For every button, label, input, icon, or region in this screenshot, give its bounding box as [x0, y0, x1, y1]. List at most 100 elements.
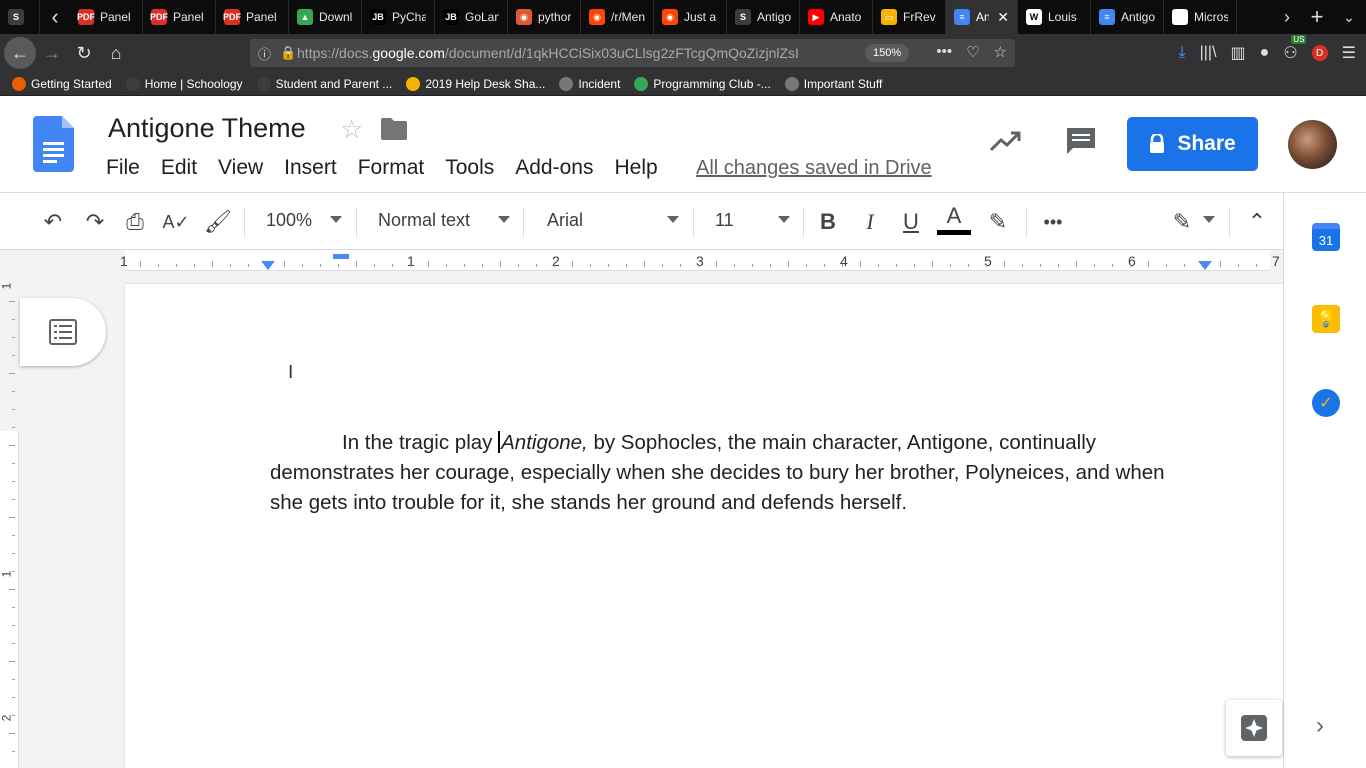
highlight-icon[interactable]: ✎ — [985, 209, 1011, 235]
browser-tab[interactable]: S Antigo — [727, 0, 800, 34]
chevron-down-icon[interactable] — [498, 216, 510, 223]
bookmark-item[interactable]: 2019 Help Desk Sha... — [406, 76, 545, 91]
menu-help[interactable]: Help — [614, 156, 657, 180]
docs-logo-icon[interactable] — [33, 116, 74, 172]
more-options-icon[interactable]: ••• — [1040, 209, 1066, 235]
collapse-toolbar-icon[interactable]: ⌃ — [1244, 209, 1270, 235]
document-paragraph[interactable]: In the tragic play Antigone, by Sophocle… — [270, 428, 1180, 518]
browser-tab[interactable]: ≡ Ant ✕ — [946, 0, 1018, 34]
S-favicon-icon: S — [735, 9, 751, 25]
zoom-badge[interactable]: 150% — [865, 44, 910, 62]
first-line-indent-marker[interactable] — [333, 254, 349, 259]
chevron-down-icon[interactable] — [667, 216, 679, 223]
browser-tab[interactable]: S — [0, 0, 40, 34]
menu-edit[interactable]: Edit — [161, 156, 197, 180]
horizontal-ruler[interactable]: 11234567 — [0, 250, 1283, 271]
paragraph-style-select[interactable]: Normal text — [378, 210, 470, 231]
extension-us-icon[interactable]: ⚇ US — [1283, 35, 1307, 63]
browser-tab[interactable]: JB GoLan — [435, 0, 508, 34]
italic-icon[interactable]: I — [857, 209, 883, 235]
tab-scroll-left[interactable]: ‹ — [40, 4, 70, 30]
menu-addons[interactable]: Add-ons — [515, 156, 593, 180]
tasks-icon[interactable]: ✓ — [1312, 389, 1340, 417]
browser-tab[interactable]: ◉ Just a — [654, 0, 727, 34]
browser-tab[interactable]: Micros — [1164, 0, 1237, 34]
document-page[interactable] — [125, 284, 1283, 768]
font-size-select[interactable]: 11 — [715, 210, 734, 231]
editing-mode-icon[interactable]: ✎ — [1169, 209, 1195, 235]
bookmark-item[interactable]: Home | Schoology — [125, 76, 243, 91]
bookmark-star-icon[interactable]: ☆ — [994, 43, 1007, 61]
bookmark-item[interactable]: Getting Started — [12, 76, 112, 91]
home-button[interactable]: ⌂ — [100, 37, 132, 69]
bookmark-item[interactable]: Incident — [559, 76, 620, 91]
browser-tab[interactable]: PDF Panel — [143, 0, 216, 34]
info-icon[interactable]: ⓘ — [258, 44, 271, 63]
document-outline-button[interactable] — [20, 298, 106, 366]
bold-icon[interactable]: B — [815, 209, 841, 235]
sidebar-icon[interactable]: ▥ — [1231, 43, 1246, 63]
activity-dashboard-icon[interactable] — [990, 130, 1022, 152]
url-bar[interactable]: ⓘ 🔒 https://docs.google.com/document/d/1… — [250, 39, 1015, 67]
browser-tab[interactable]: W Louis — [1018, 0, 1091, 34]
undo-icon[interactable]: ↶ — [40, 209, 66, 235]
left-indent-marker[interactable] — [261, 261, 275, 270]
menu-view[interactable]: View — [218, 156, 263, 180]
new-tab-button[interactable]: + — [1300, 0, 1334, 34]
bookmark-item[interactable]: Student and Parent ... — [256, 76, 392, 91]
calendar-icon[interactable]: 31 — [1312, 223, 1340, 251]
browser-tab[interactable]: ▲ Downl — [289, 0, 362, 34]
font-select[interactable]: Arial — [547, 210, 583, 231]
vertical-ruler[interactable]: 112 — [0, 271, 19, 768]
close-tab-icon[interactable]: ✕ — [997, 9, 1009, 26]
avatar[interactable] — [1288, 120, 1337, 169]
bookmark-item[interactable]: Programming Club -... — [634, 76, 771, 91]
menu-file[interactable]: File — [106, 156, 140, 180]
account-icon[interactable]: ● — [1260, 44, 1270, 62]
right-indent-marker[interactable] — [1198, 261, 1212, 270]
browser-tab[interactable]: JB PyCha — [362, 0, 435, 34]
pocket-icon[interactable]: ♡ — [966, 43, 979, 61]
paint-format-icon[interactable]: 🖌 — [204, 209, 232, 235]
explore-button[interactable] — [1226, 700, 1282, 756]
menu-icon[interactable]: ☰ — [1342, 43, 1356, 63]
browser-tab[interactable]: PDF Panel — [216, 0, 289, 34]
saved-status-link[interactable]: All changes saved in Drive — [696, 157, 932, 180]
chevron-down-icon[interactable] — [1203, 216, 1215, 223]
browser-tab[interactable]: ◉ /r/Men — [581, 0, 654, 34]
bookmark-item[interactable]: Important Stuff — [784, 76, 882, 91]
back-button[interactable]: ← — [4, 37, 36, 69]
redo-icon[interactable]: ↷ — [82, 209, 108, 235]
browser-tab[interactable]: ▶ Anato — [800, 0, 873, 34]
chevron-down-icon[interactable] — [330, 216, 342, 223]
tab-scroll-right[interactable]: › — [1270, 0, 1304, 34]
browser-tab[interactable]: PDF Panel — [70, 0, 143, 34]
comment-icon[interactable] — [1065, 126, 1097, 156]
keep-icon[interactable]: 💡 — [1312, 305, 1340, 333]
print-icon[interactable]: ⎙ — [122, 209, 148, 235]
star-icon[interactable]: ☆ — [340, 114, 363, 145]
share-button[interactable]: Share — [1127, 117, 1258, 171]
menu-format[interactable]: Format — [358, 156, 425, 180]
folder-icon[interactable] — [381, 118, 407, 140]
zoom-select[interactable]: 100% — [266, 210, 312, 231]
page-actions-icon[interactable]: ••• — [936, 43, 952, 61]
reload-button[interactable]: ↻ — [68, 37, 100, 69]
text-color-icon[interactable]: A — [937, 204, 971, 235]
underline-icon[interactable]: U — [898, 209, 924, 235]
tab-list-icon[interactable]: ⌄ — [1332, 0, 1366, 34]
chevron-down-icon[interactable] — [778, 216, 790, 223]
download-icon[interactable]: ⤓ — [1179, 44, 1186, 62]
forward-button[interactable]: → — [36, 37, 68, 69]
menu-insert[interactable]: Insert — [284, 156, 337, 180]
document-title[interactable]: Antigone Theme — [108, 113, 306, 144]
library-icon[interactable]: |||\ — [1200, 44, 1217, 62]
show-side-panel-icon[interactable]: › — [1316, 712, 1324, 740]
spellcheck-icon[interactable]: A✓ — [162, 209, 189, 235]
browser-tab[interactable]: ▭ FrRev — [873, 0, 946, 34]
menu-tools[interactable]: Tools — [445, 156, 494, 180]
browser-tab[interactable]: ◉ pythor — [508, 0, 581, 34]
extension-d-icon[interactable]: D — [1311, 45, 1328, 61]
ruler-tick — [878, 264, 879, 267]
browser-tab[interactable]: ≡ Antigo — [1091, 0, 1164, 34]
